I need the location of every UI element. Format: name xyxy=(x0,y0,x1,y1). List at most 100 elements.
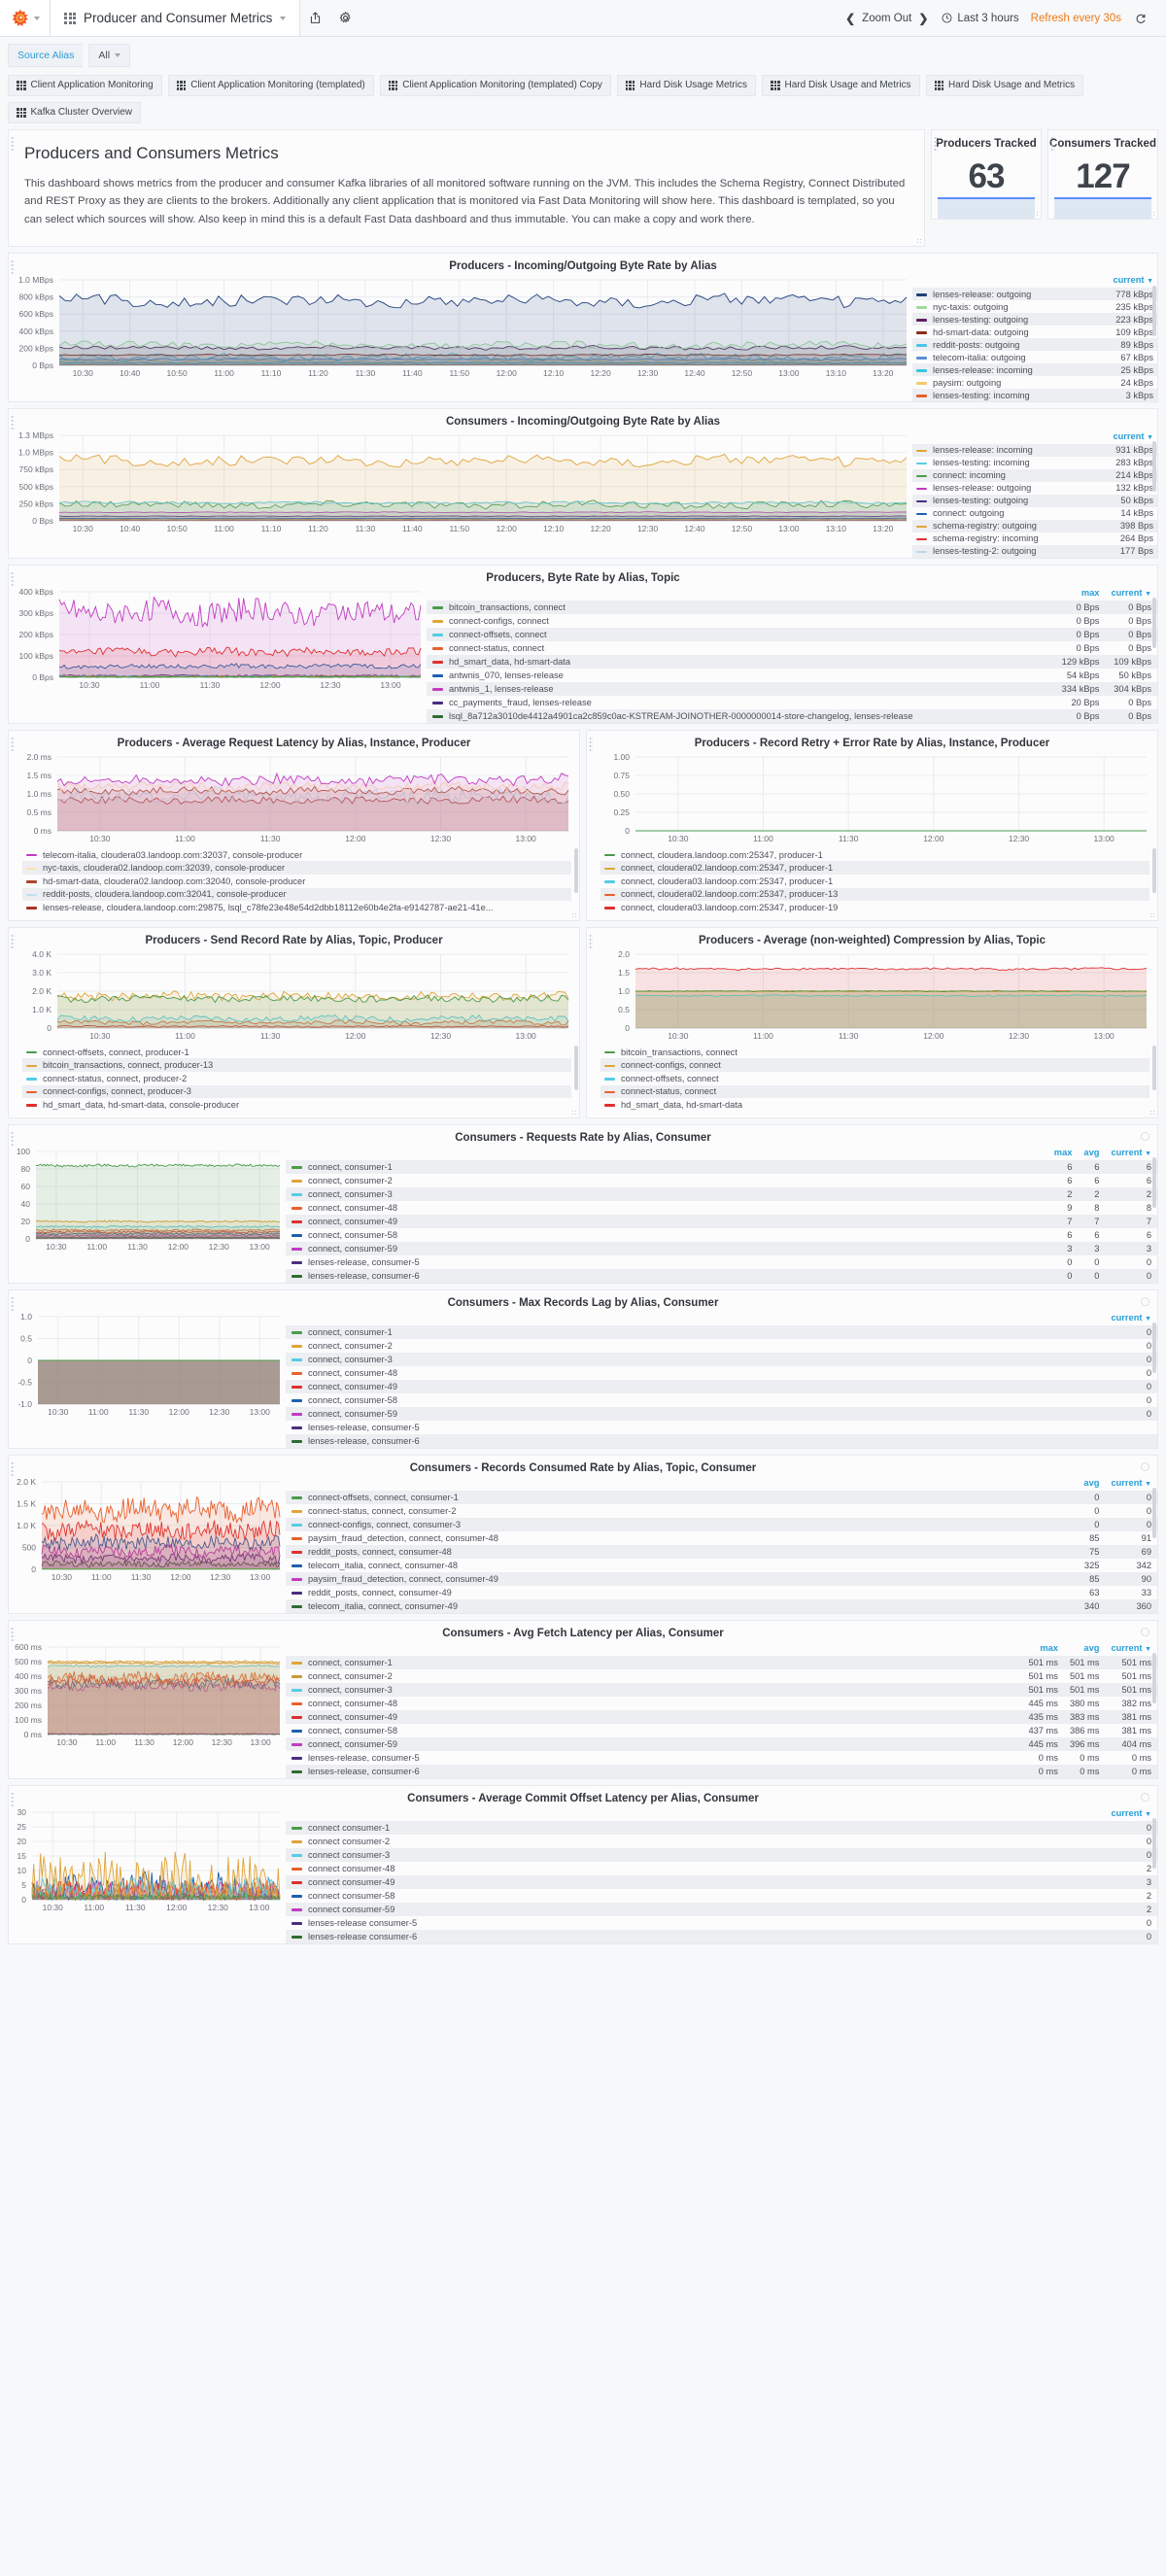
legend-row[interactable]: connect-status, connect, consumer-2 0 0 xyxy=(286,1504,1157,1518)
legend-series-name[interactable]: hd-smart-data, cloudera02.landoop.com:32… xyxy=(22,875,571,888)
legend-series-name[interactable]: connect-status, connect xyxy=(427,641,1056,655)
legend-col-header-current[interactable]: current ▼ xyxy=(1105,1146,1157,1160)
legend-series-name[interactable]: hd_smart_data, hd-smart-data xyxy=(427,654,1056,669)
legend-series-name[interactable]: lenses-release consumer-6 xyxy=(286,1929,1106,1943)
legend-row[interactable]: connect, consumer-49 7 7 7 xyxy=(286,1214,1157,1228)
legend-row[interactable]: telecom-italia, cloudera03.landoop.com:3… xyxy=(22,848,571,862)
legend-series-name[interactable]: reddit-posts, cloudera.landoop.com:32041… xyxy=(22,887,571,902)
legend-row[interactable]: connect, consumer-3 0 xyxy=(286,1352,1157,1366)
legend-series-name[interactable]: connect, cloudera02.landoop.com:25347, p… xyxy=(600,887,1149,902)
legend-series-name[interactable]: reddit_posts, connect, consumer-48 xyxy=(286,1544,1079,1559)
legend-col-header-max[interactable]: max xyxy=(1048,1146,1079,1160)
legend-series-name[interactable]: schema-registry: incoming xyxy=(912,532,1109,545)
legend-series-name[interactable]: connect, consumer-49 xyxy=(286,1214,1048,1228)
legend-series-name[interactable]: connect, consumer-3 xyxy=(286,1352,1106,1366)
legend-row[interactable]: nyc-taxis, cloudera02.landoop.com:32039,… xyxy=(22,861,571,876)
legend-series-name[interactable]: connect consumer-48 xyxy=(286,1862,1105,1875)
legend-series-name[interactable]: lenses-testing-2: outgoing xyxy=(912,544,1110,558)
legend-row[interactable]: connect, consumer-49 435 ms 383 ms 381 ms xyxy=(286,1709,1157,1724)
legend-series-name[interactable]: connect, cloudera.landoop.com:25347, pro… xyxy=(600,848,1149,862)
legend-scrollbar[interactable] xyxy=(1152,1652,1156,1703)
legend-series-name[interactable]: connect, consumer-2 xyxy=(286,1339,1105,1353)
panel-drag-handle[interactable] xyxy=(11,415,15,431)
legend-col-header-current[interactable]: current ▼ xyxy=(1109,274,1157,289)
legend-scrollbar[interactable] xyxy=(1152,597,1156,648)
legend-row[interactable]: connect, consumer-2 6 6 6 xyxy=(286,1174,1157,1187)
legend-series-name[interactable]: connect-status, connect, consumer-2 xyxy=(286,1504,1078,1518)
legend-row[interactable]: connect-offsets, connect xyxy=(600,1072,1149,1085)
legend-row[interactable]: connect, cloudera.landoop.com:25347, pro… xyxy=(600,848,1149,862)
legend-row[interactable]: connect-status, connect, producer-2 xyxy=(22,1072,571,1085)
legend-series-name[interactable]: lenses-testing: outgoing xyxy=(912,313,1110,326)
legend-series-name[interactable]: lsql_8a712a3010de4412a4901ca2c859c0ac-KS… xyxy=(427,708,1056,723)
legend-row[interactable]: connect, consumer-58 0 xyxy=(286,1393,1157,1407)
time-range-picker[interactable]: Last 3 hours xyxy=(936,13,1024,24)
legend-scrollbar[interactable] xyxy=(1152,285,1156,336)
legend-row[interactable]: connect consumer-59 2 xyxy=(286,1902,1157,1916)
legend-series-name[interactable]: connect, cloudera03.landoop.com:25347, p… xyxy=(600,901,1149,914)
zoom-out-label[interactable]: Zoom Out xyxy=(862,13,911,24)
legend-series-name[interactable]: connect: incoming xyxy=(912,468,1110,482)
legend-series-name[interactable]: antwnis_070, lenses-release xyxy=(427,669,1056,682)
legend-series-name[interactable]: connect consumer-59 xyxy=(286,1902,1106,1916)
legend-series-name[interactable]: lenses-release, cloudera.landoop.com:298… xyxy=(22,901,571,914)
legend-row[interactable]: connect, consumer-48 9 8 8 xyxy=(286,1201,1157,1215)
legend-series-name[interactable]: connect consumer-58 xyxy=(286,1889,1105,1903)
legend-series-name[interactable]: lenses-release: incoming xyxy=(912,363,1110,377)
legend-row[interactable]: connect-configs, connect xyxy=(600,1058,1149,1073)
legend-row[interactable]: connect-configs, connect, producer-3 xyxy=(22,1084,571,1099)
legend-row[interactable]: connect, consumer-1 0 xyxy=(286,1324,1157,1339)
legend-row[interactable]: connect, consumer-59 0 xyxy=(286,1406,1157,1421)
legend-row[interactable]: connect, consumer-2 0 xyxy=(286,1339,1157,1353)
legend-row[interactable]: connect: incoming 214 kBps xyxy=(912,468,1157,482)
legend-scrollbar[interactable] xyxy=(1152,1817,1156,1869)
refresh-button[interactable] xyxy=(1127,13,1154,24)
legend-row[interactable]: reddit-posts: outgoing 89 kBps xyxy=(912,338,1157,352)
legend-row[interactable]: connect, consumer-1 6 6 6 xyxy=(286,1159,1157,1174)
legend-series-name[interactable]: lenses-release: outgoing xyxy=(912,288,1110,301)
legend-series-name[interactable]: connect consumer-1 xyxy=(286,1820,1106,1835)
legend-row[interactable]: connect, cloudera02.landoop.com:25347, p… xyxy=(600,861,1149,876)
dashboard-link-3[interactable]: Hard Disk Usage Metrics xyxy=(616,75,756,96)
legend-row[interactable]: connect consumer-2 0 xyxy=(286,1835,1157,1848)
dashboard-link-1[interactable]: Client Application Monitoring (templated… xyxy=(167,75,374,96)
legend-scrollbar[interactable] xyxy=(1152,441,1156,493)
legend-series-name[interactable]: antwnis_1, lenses-release xyxy=(427,681,1056,696)
legend-series-name[interactable]: connect, consumer-58 xyxy=(286,1393,1105,1407)
legend-row[interactable]: lenses-testing: incoming 283 kBps xyxy=(912,457,1157,469)
graph-container[interactable]: 2.0 1.5 1.0 0.5 0 10:30 11:00 11:30 12:00 12:30 13… xyxy=(587,948,1157,1044)
legend-series-name[interactable]: connect, consumer-1 xyxy=(286,1655,1023,1669)
legend-row[interactable]: lenses-release: outgoing 132 kBps xyxy=(912,482,1157,495)
panel-drag-handle[interactable] xyxy=(11,736,15,752)
legend-row[interactable]: paysim: outgoing 24 kBps xyxy=(912,376,1157,389)
graph-container[interactable]: 2.0 ms 1.5 ms 1.0 ms 0.5 ms 0 ms 10:30 11:00 11… xyxy=(9,751,579,846)
legend-series-name[interactable]: connect, consumer-48 xyxy=(286,1366,1105,1380)
legend-series-name[interactable]: lenses-testing: incoming xyxy=(912,457,1109,469)
graph-container[interactable]: 1.0 MBps 800 kBps 600 kBps 400 kBps 200 kBps… xyxy=(9,274,912,402)
legend-row[interactable]: connect-configs, connect 0 Bps 0 Bps xyxy=(427,614,1157,628)
legend-row[interactable]: hd_smart_data, hd-smart-data 129 kBps 109 … xyxy=(427,654,1157,669)
legend-series-name[interactable]: lenses-release, consumer-6 xyxy=(286,1433,1106,1448)
legend-series-name[interactable]: lenses-release: incoming xyxy=(912,443,1110,457)
dashboard-link-0[interactable]: Client Application Monitoring xyxy=(8,75,162,96)
panel-drag-handle[interactable] xyxy=(11,1295,15,1312)
legend-series-name[interactable]: connect, consumer-2 xyxy=(286,1174,1048,1187)
legend-col-header-current[interactable]: current ▼ xyxy=(1105,1476,1157,1491)
legend-series-name[interactable]: connect, consumer-58 xyxy=(286,1228,1048,1242)
legend-row[interactable]: connect, consumer-59 445 ms 396 ms 404 ms xyxy=(286,1736,1157,1751)
legend-series-name[interactable]: connect, consumer-58 xyxy=(286,1724,1022,1737)
share-dashboard-button[interactable] xyxy=(300,0,330,36)
chevron-right-icon[interactable]: ❯ xyxy=(918,12,928,25)
legend-series-name[interactable]: connect-offsets, connect, producer-1 xyxy=(22,1046,571,1059)
graph-container[interactable]: 1.00 0.75 0.50 0.25 0 10:30 11:00 11:30 12:00 12:… xyxy=(587,751,1157,846)
legend-row[interactable]: hd-smart-data: outgoing 109 kBps xyxy=(912,326,1157,338)
legend-row[interactable]: lenses-release consumer-5 0 xyxy=(286,1916,1157,1930)
legend-series-name[interactable]: connect-configs, connect, consumer-3 xyxy=(286,1517,1079,1531)
graph-plot[interactable]: 30 25 20 15 10 5 0 10:30 11:00 11:30 12:00 12:30 13:… xyxy=(9,1806,286,1915)
legend-row[interactable]: lenses-release, consumer-5 xyxy=(286,1421,1157,1434)
legend-series-name[interactable]: telecom_italia, connect, consumer-49 xyxy=(286,1598,1079,1613)
graph-container[interactable]: 600 ms 500 ms 400 ms 300 ms 200 ms 100 ms 0 ms… xyxy=(9,1641,286,1778)
legend-row[interactable]: lenses-release, consumer-6 xyxy=(286,1433,1157,1448)
legend-row[interactable]: telecom_italia, connect, consumer-49 340 3… xyxy=(286,1598,1157,1613)
graph-plot[interactable]: 1.0 MBps 800 kBps 600 kBps 400 kBps 200 kBps… xyxy=(9,274,912,381)
